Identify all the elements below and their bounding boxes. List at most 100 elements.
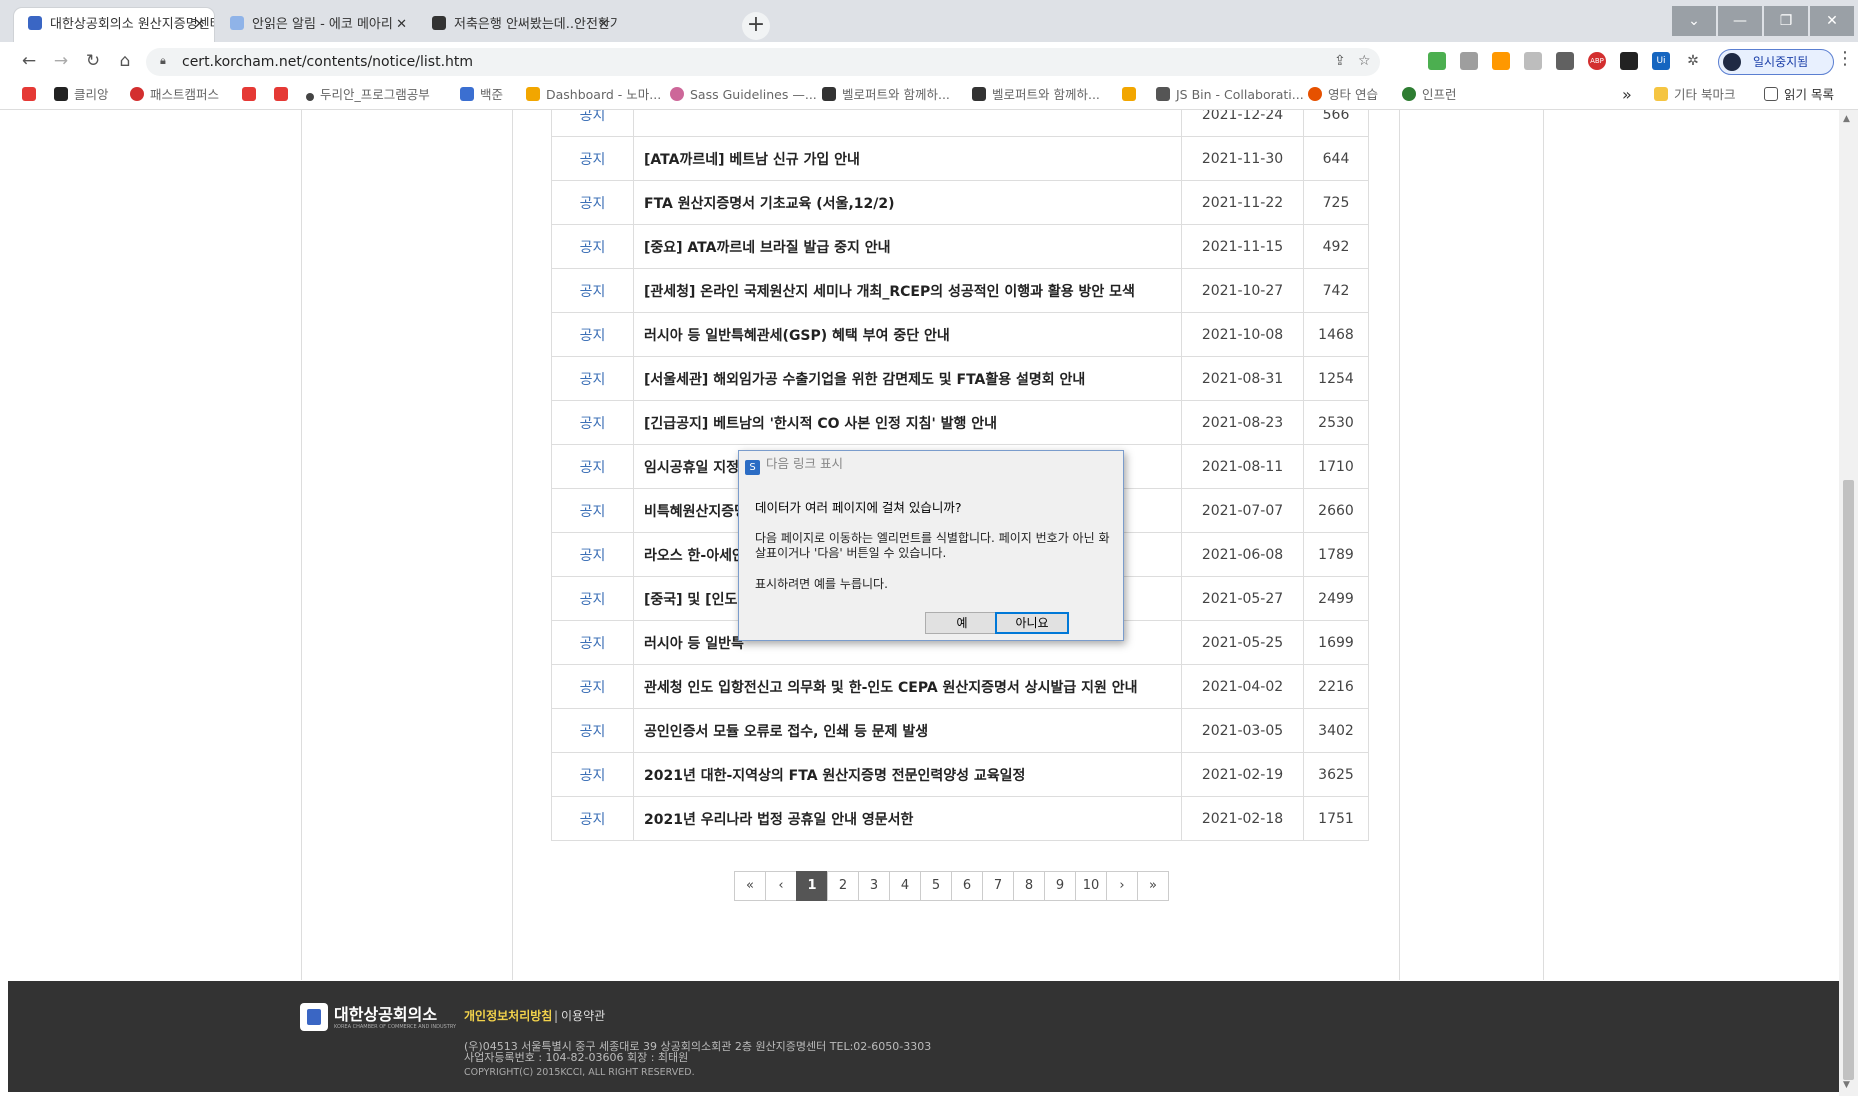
url-text[interactable]: cert.korcham.net/contents/notice/list.ht… (182, 48, 473, 76)
no-button[interactable]: 아니요 (995, 612, 1069, 634)
table-row[interactable]: 공지 [ATA까르네] 베트남 신규 가입 안내 2021-11-30 644 (551, 136, 1369, 181)
extension-ui-icon[interactable]: Ui (1652, 52, 1670, 70)
last-page-button[interactable]: » (1137, 871, 1169, 901)
notice-views: 1699 (1303, 620, 1369, 665)
first-page-button[interactable]: « (734, 871, 766, 901)
page-button-3[interactable]: 3 (858, 871, 890, 901)
scrollbar-thumb[interactable] (1843, 480, 1854, 1080)
address-bar[interactable]: 🔒︎ cert.korcham.net/contents/notice/list… (146, 48, 1380, 76)
bookmark-item[interactable]: 클리앙 (54, 86, 109, 104)
table-row[interactable]: 공지 [서울세관] 해외임가공 수출기업을 위한 감면제도 및 FTA활용 설명회… (551, 356, 1369, 401)
yes-button[interactable]: 예 (925, 612, 999, 634)
bookmark-item[interactable]: Sass Guidelines —... (670, 86, 817, 104)
bookmark-item[interactable]: 영타 연습 (1308, 86, 1378, 104)
korcham-logo[interactable]: 대한상공회의소 KOREA CHAMBER OF COMMERCE AND IN… (300, 1003, 456, 1031)
share-icon[interactable]: ⇪ (1334, 53, 1346, 69)
close-window-button[interactable]: ✕ (1810, 6, 1854, 36)
lock-icon[interactable]: 🔒︎ (160, 54, 171, 67)
extension-circle-icon[interactable] (1524, 52, 1542, 70)
notice-title-link[interactable]: [서울세관] 해외임가공 수출기업을 위한 감면제도 및 FTA활용 설명회 안… (633, 356, 1182, 401)
table-row[interactable]: 공지 2021-12-24 566 (551, 110, 1369, 137)
table-row[interactable]: 공지 관세청 인도 입항전신고 의무화 및 한-인도 CEPA 원산지증명서 상시… (551, 664, 1369, 709)
close-tab-icon[interactable]: ✕ (194, 8, 205, 42)
notice-title-link[interactable]: 2021년 우리나라 법정 공휴일 안내 영문서한 (633, 796, 1182, 841)
bookmark-item[interactable] (1122, 86, 1142, 104)
reading-list[interactable]: 읽기 목록 (1764, 86, 1834, 104)
minimize-button[interactable]: — (1718, 6, 1762, 36)
notice-title-link[interactable]: [중요] ATA까르네 브라질 발급 중지 안내 (633, 224, 1182, 269)
page-button-7[interactable]: 7 (982, 871, 1014, 901)
notice-title-link[interactable]: 2021년 대한-지역상의 FTA 원산지증명 전문인력양성 교육일정 (633, 752, 1182, 797)
extension-vue-icon[interactable] (1556, 52, 1574, 70)
bookmark-item[interactable] (242, 86, 262, 104)
table-row[interactable]: 공지 러시아 등 일반특혜관세(GSP) 혜택 부여 중단 안내 2021-10-0… (551, 312, 1369, 357)
page-button-10[interactable]: 10 (1075, 871, 1107, 901)
tab-search-button[interactable]: ⌄ (1672, 6, 1716, 36)
table-row[interactable]: 공지 [관세청] 온라인 국제원산지 세미나 개최_RCEP의 성공적인 이행과 … (551, 268, 1369, 313)
scroll-up-icon[interactable]: ▲ (1843, 114, 1850, 124)
prev-page-button[interactable]: ‹ (765, 871, 797, 901)
scroll-down-icon[interactable]: ▼ (1843, 1080, 1850, 1090)
more-menu-icon[interactable]: ⋮ (1836, 48, 1854, 69)
bookmark-item[interactable]: 벨로퍼트와 함께하... (822, 86, 950, 104)
notice-title-link[interactable]: [관세청] 온라인 국제원산지 세미나 개최_RCEP의 성공적인 이행과 활용… (633, 268, 1182, 313)
table-row[interactable]: 공지 2021년 우리나라 법정 공휴일 안내 영문서한 2021-02-18 175… (551, 796, 1369, 841)
table-row[interactable]: 공지 공인인증서 모듈 오류로 접수, 인쇄 등 문제 발생 2021-03-05 3… (551, 708, 1369, 753)
next-page-button[interactable]: › (1106, 871, 1138, 901)
page-scrollbar[interactable]: ▲ ▼ (1839, 110, 1858, 1096)
bookmark-item[interactable] (274, 86, 294, 104)
bookmark-item[interactable]: JS Bin - Collaborati... (1156, 86, 1304, 104)
page-button-4[interactable]: 4 (889, 871, 921, 901)
tab-savings[interactable]: 저축은행 안써봤는데..안전한가요 ✕ (418, 8, 618, 42)
page-button-8[interactable]: 8 (1013, 871, 1045, 901)
restore-button[interactable]: ❐ (1764, 6, 1808, 36)
table-row[interactable]: 공지 2021년 대한-지역상의 FTA 원산지증명 전문인력양성 교육일정 202… (551, 752, 1369, 797)
close-tab-icon[interactable]: ✕ (396, 8, 407, 42)
extension-gray-icon[interactable] (1460, 52, 1478, 70)
table-row[interactable]: 공지 FTA 원산지증명서 기초교육 (서울,12/2) 2021-11-22 725 (551, 180, 1369, 225)
home-icon[interactable]: ⌂ (114, 50, 136, 72)
tab-korcham[interactable]: 대한상공회의소 원산지증명센터 ✕ (14, 8, 214, 42)
page-button-9[interactable]: 9 (1044, 871, 1076, 901)
puzzle-icon[interactable]: ✲ (1684, 52, 1702, 70)
bookmark-item[interactable]: 백준 (460, 86, 503, 104)
extension-green-icon[interactable] (1428, 52, 1446, 70)
back-icon[interactable]: ← (18, 50, 40, 72)
notice-title-link[interactable]: FTA 원산지증명서 기초교육 (서울,12/2) (633, 180, 1182, 225)
terms-link[interactable]: 이용약관 (561, 1009, 605, 1023)
notice-views: 2530 (1303, 400, 1369, 445)
adblock-icon[interactable]: ABP (1588, 52, 1606, 70)
reload-icon[interactable]: ↻ (82, 50, 104, 72)
bookmark-item[interactable]: 벨로퍼트와 함께하... (972, 86, 1100, 104)
notice-title-link[interactable]: [긴급공지] 베트남의 '한시적 CO 사본 인정 지침' 발행 안내 (633, 400, 1182, 445)
new-tab-button[interactable]: + (742, 12, 770, 40)
bookmarks-overflow-icon[interactable]: » (1622, 86, 1632, 104)
bookmark-item[interactable]: 패스트캠퍼스 (130, 86, 219, 104)
table-row[interactable]: 공지 [중요] ATA까르네 브라질 발급 중지 안내 2021-11-15 492 (551, 224, 1369, 269)
notice-title-link[interactable]: 관세청 인도 입항전신고 의무화 및 한-인도 CEPA 원산지증명서 상시발급… (633, 664, 1182, 709)
privacy-policy-link[interactable]: 개인정보처리방침 (464, 1009, 552, 1023)
profile-button[interactable]: 일시중지됨 (1718, 49, 1834, 75)
bookmark-item[interactable]: 두리안_프로그램공부 (306, 86, 430, 104)
extension-grid-icon[interactable] (1492, 52, 1510, 70)
close-tab-icon[interactable]: ✕ (598, 8, 609, 42)
bookmark-item[interactable]: Dashboard - 노마... (526, 86, 661, 104)
table-row[interactable]: 공지 [긴급공지] 베트남의 '한시적 CO 사본 인정 지침' 발행 안내 202… (551, 400, 1369, 445)
notice-title-link[interactable]: 러시아 등 일반특혜관세(GSP) 혜택 부여 중단 안내 (633, 312, 1182, 357)
forward-icon[interactable]: → (50, 50, 72, 72)
notice-title-link[interactable]: 공인인증서 모듈 오류로 접수, 인쇄 등 문제 발생 (633, 708, 1182, 753)
extension-dark-icon[interactable] (1620, 52, 1638, 70)
tab-echo[interactable]: 안읽은 알림 - 에코 메아리 ✕ (216, 8, 416, 42)
page-button-6[interactable]: 6 (951, 871, 983, 901)
page-button-5[interactable]: 5 (920, 871, 952, 901)
page-button-1[interactable]: 1 (796, 871, 828, 901)
app-logo-icon: S (745, 460, 760, 475)
page-button-2[interactable]: 2 (827, 871, 859, 901)
bookmark-star-icon[interactable]: ☆ (1358, 53, 1371, 69)
notice-title-link[interactable] (633, 110, 1182, 137)
tab-title: 안읽은 알림 - 에코 메아리 (252, 17, 393, 32)
bookmark-item[interactable]: 인프런 (1402, 86, 1457, 104)
bookmark-item[interactable] (22, 86, 42, 104)
other-bookmarks[interactable]: 기타 북마크 (1654, 86, 1735, 104)
notice-title-link[interactable]: [ATA까르네] 베트남 신규 가입 안내 (633, 136, 1182, 181)
